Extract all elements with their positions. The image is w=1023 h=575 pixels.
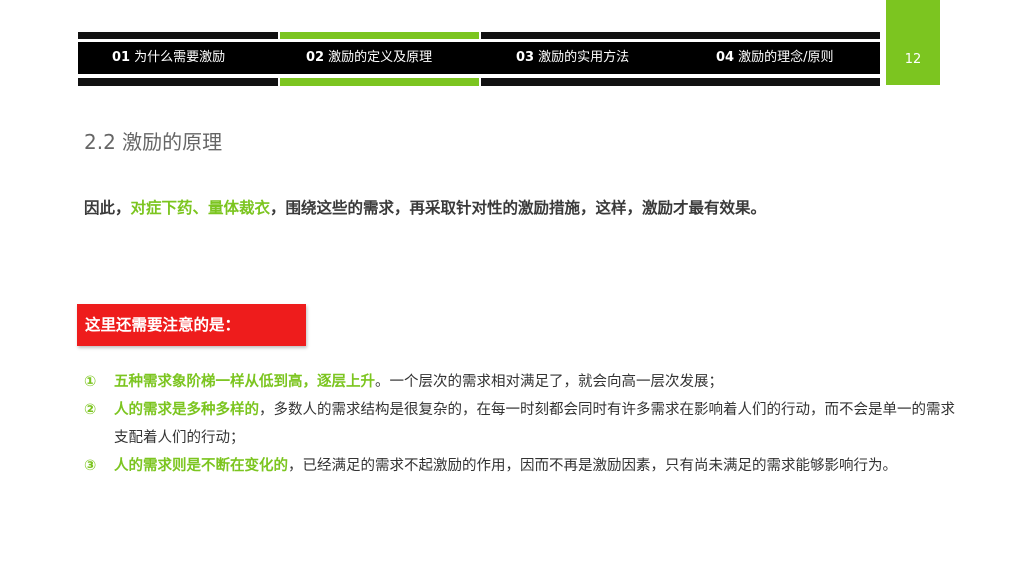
nav-tab-number: 01 [112, 50, 131, 65]
point-emphasis: 人的需求是多种多样的 [114, 402, 259, 418]
nav-tab-number: 03 [516, 50, 535, 65]
nav-bar-segment [481, 32, 880, 39]
lead-suffix: ，围绕这些的需求，再采取针对性的激励措施，这样，激励才最有效果。 [270, 199, 767, 217]
nav-tab-01[interactable]: 01 为什么需要激励 [112, 42, 225, 74]
section-title: 2.2 激励的原理 [84, 130, 223, 154]
top-nav: 01 为什么需要激励 02 激励的定义及原理 03 激励的实用方法 04 激励的理念/原… [78, 32, 880, 86]
nav-top-bars [78, 32, 880, 39]
page-number-badge: 12 [886, 0, 940, 85]
nav-tab-02[interactable]: 02 激励的定义及原理 [306, 42, 432, 74]
nav-bar-segment-active [279, 32, 479, 39]
nav-tab-label: 激励的理念/原则 [738, 50, 834, 65]
nav-tab-label: 激励的实用方法 [538, 50, 630, 65]
lead-sentence: 因此，对症下药、量体裁衣，围绕这些的需求，再采取针对性的激励措施，这样，激励才最… [84, 196, 766, 218]
note-label: 这里还需要注意的是： [77, 304, 306, 346]
list-marker: ③ [84, 458, 97, 474]
nav-tab-04[interactable]: 04 激励的理念/原则 [716, 42, 833, 74]
list-item: ① 五种需求象阶梯一样从低到高，逐层上升。一个层次的需求相对满足了，就会向高一层次… [84, 368, 964, 396]
point-emphasis: 五种需求象阶梯一样从低到高，逐层上升 [114, 374, 375, 390]
list-item: ③ 人的需求则是不断在变化的，已经满足的需求不起激励的作用，因而不再是激励因素，只… [84, 452, 964, 480]
list-marker: ① [84, 374, 97, 390]
page-number: 12 [904, 52, 922, 67]
nav-bar-segment-active [279, 78, 479, 86]
list-item: ② 人的需求是多种多样的，多数人的需求结构是很复杂的，在每一时刻都会同时有许多需求… [84, 396, 964, 452]
lead-highlight: 对症下药、量体裁衣 [130, 199, 271, 217]
nav-tab-number: 04 [716, 50, 735, 65]
nav-bottom-bars [78, 78, 880, 86]
nav-bar-segment [78, 32, 278, 39]
list-marker: ② [84, 402, 97, 418]
point-text: ，已经满足的需求不起激励的作用，因而不再是激励因素，只有尚未满足的需求能够影响行… [288, 458, 897, 474]
nav-tab-number: 02 [306, 50, 325, 65]
points-list: ① 五种需求象阶梯一样从低到高，逐层上升。一个层次的需求相对满足了，就会向高一层次… [84, 368, 964, 480]
nav-tab-label: 激励的定义及原理 [328, 50, 433, 65]
nav-bar-segment [481, 78, 880, 86]
nav-tab-label: 为什么需要激励 [134, 50, 226, 65]
nav-tab-03[interactable]: 03 激励的实用方法 [516, 42, 629, 74]
point-text: 。一个层次的需求相对满足了，就会向高一层次发展； [375, 374, 723, 390]
point-emphasis: 人的需求则是不断在变化的 [114, 458, 288, 474]
nav-strip: 01 为什么需要激励 02 激励的定义及原理 03 激励的实用方法 04 激励的理念/原… [78, 42, 880, 74]
nav-bar-segment [78, 78, 278, 86]
lead-prefix: 因此， [84, 199, 131, 217]
